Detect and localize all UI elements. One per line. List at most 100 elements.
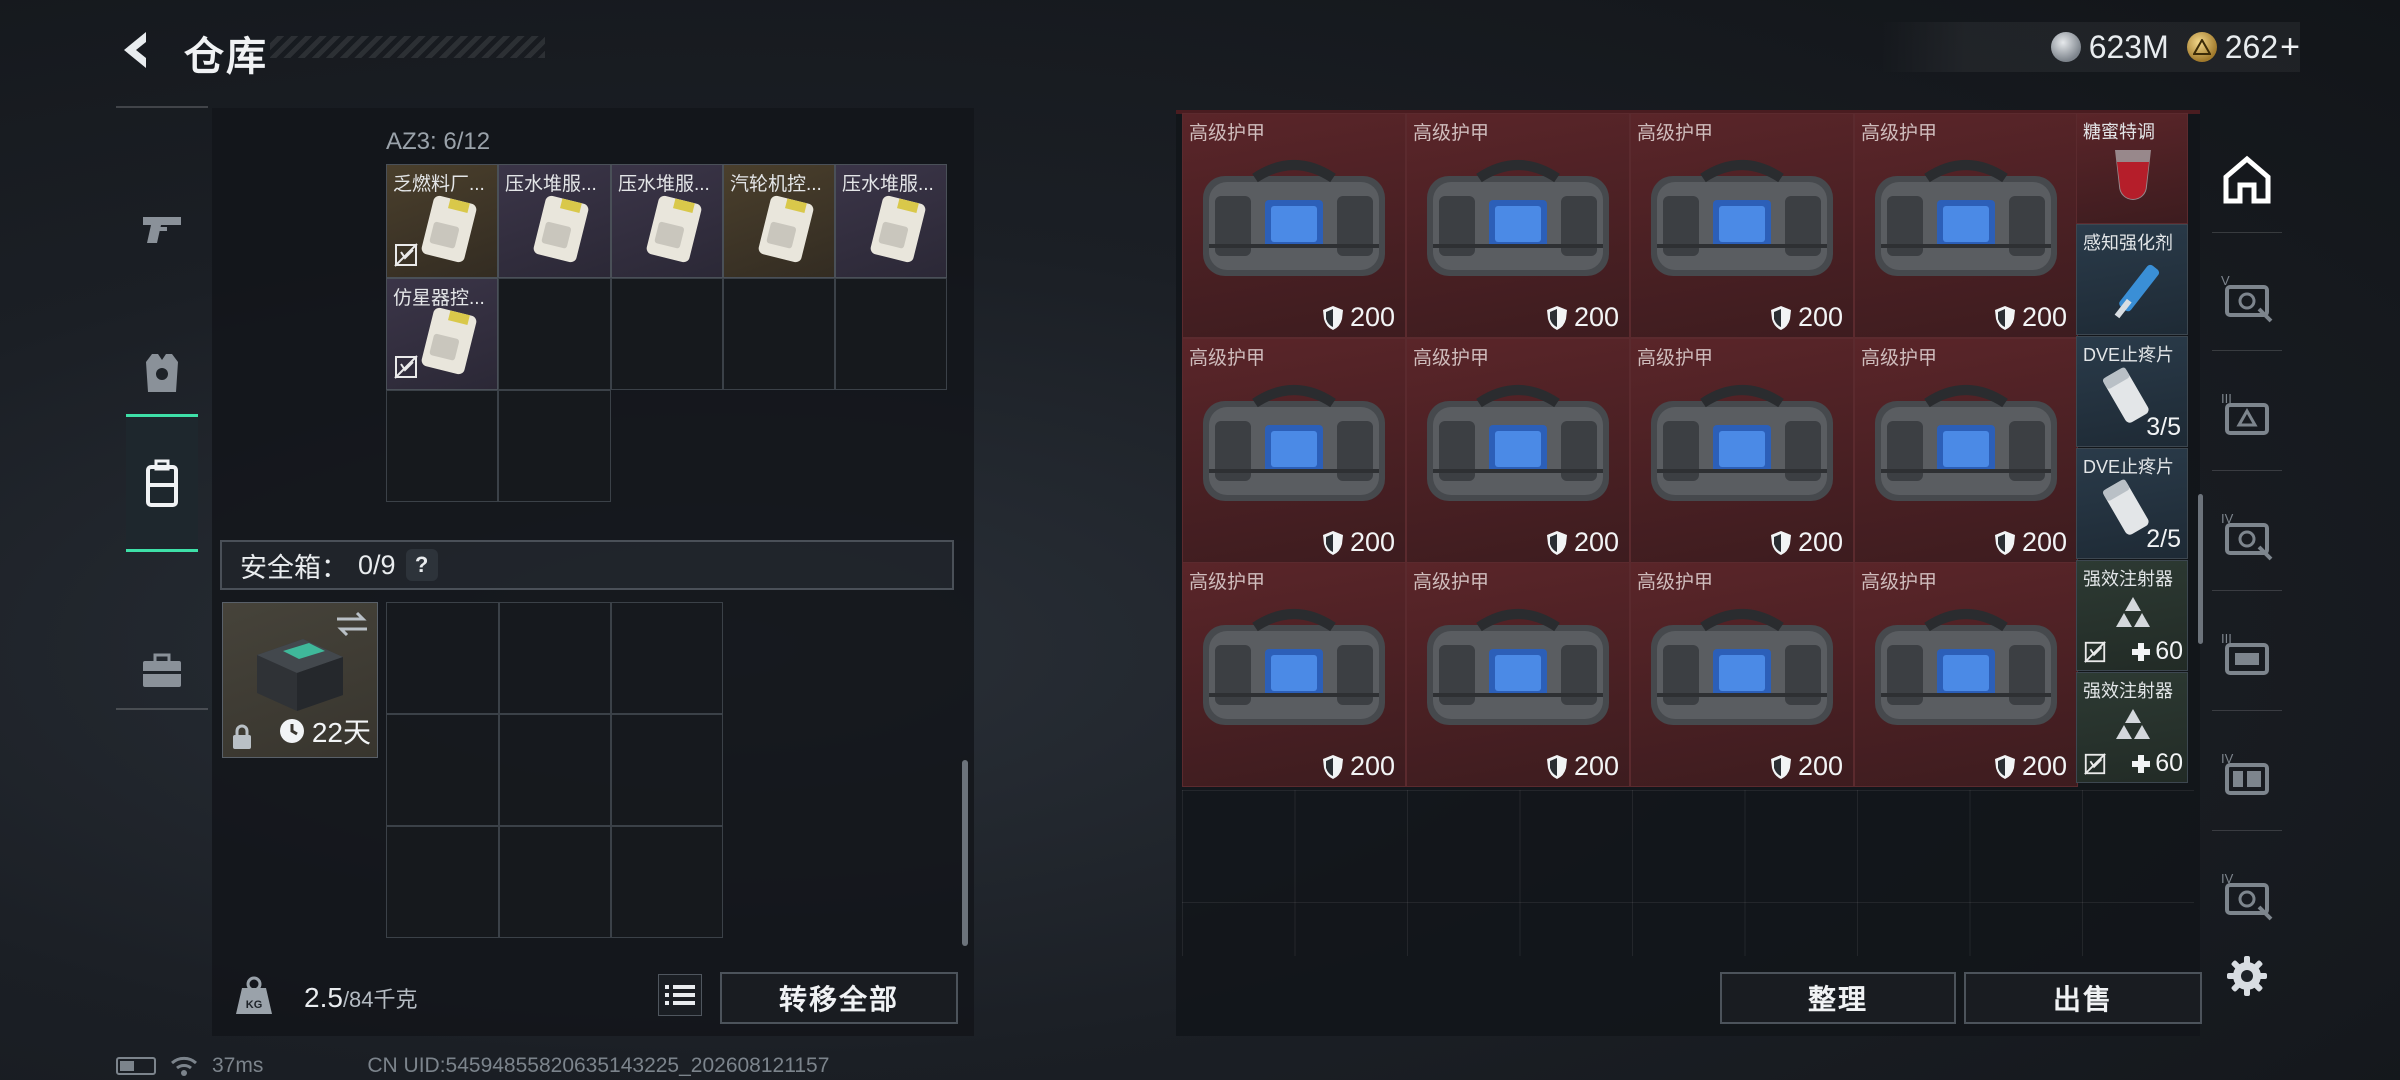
title-decoration — [270, 36, 545, 58]
armor-bag-icon — [1203, 609, 1385, 725]
currency-gold[interactable]: 262 + — [2186, 28, 2300, 67]
tab-case-4[interactable]: III — [2210, 606, 2284, 706]
chevron-left-icon — [124, 32, 146, 68]
empty-slot[interactable] — [723, 278, 835, 390]
item-slot[interactable]: 乏燃料厂... — [386, 164, 498, 278]
heal-value: 60 — [2155, 749, 2183, 777]
item-name: 仿星器控... — [393, 288, 485, 309]
durability: 200 — [1770, 527, 1843, 558]
armor-item-slot[interactable]: 高级护甲 200 — [1182, 562, 1406, 787]
tab-backpack[interactable] — [126, 414, 198, 552]
safe-box-slot[interactable] — [499, 602, 611, 714]
tier-iv-case-icon: IV — [2221, 511, 2273, 561]
shield-icon — [1770, 754, 1791, 779]
safe-box-slot[interactable] — [386, 826, 499, 938]
tab-case-2[interactable]: III — [2210, 366, 2284, 466]
item-name: 高级护甲 — [1413, 348, 1490, 369]
item-slot[interactable]: 感知强化剂 — [2076, 224, 2188, 335]
weight-readout: 2.5/84千克 — [304, 982, 418, 1014]
durability-value: 200 — [2021, 302, 2067, 332]
empty-slot[interactable] — [611, 278, 723, 390]
safe-box-slot[interactable] — [386, 714, 499, 826]
shield-icon — [1546, 305, 1567, 330]
durability: 200 — [1994, 751, 2067, 782]
safe-box-slot[interactable] — [499, 826, 611, 938]
armor-item-slot[interactable]: 高级护甲 200 — [1854, 338, 2078, 563]
armor-item-slot[interactable]: 高级护甲 200 — [1406, 338, 1630, 563]
tab-case-5[interactable]: IV — [2210, 726, 2284, 826]
heal-amount: 60 — [2131, 637, 2183, 666]
item-slot[interactable]: 强效注射器 60 — [2076, 560, 2188, 671]
pistol-icon — [143, 217, 181, 243]
stash-home-icon — [2223, 155, 2271, 204]
untradeable-icon — [393, 242, 419, 273]
ping-text: 37ms — [212, 1054, 264, 1077]
tab-case-3[interactable]: IV — [2210, 486, 2284, 586]
organize-button[interactable]: 整理 — [1720, 972, 1956, 1024]
heal-value: 60 — [2155, 637, 2183, 665]
armor-item-slot[interactable]: 高级护甲 200 — [1406, 113, 1630, 338]
cocktail-glass-icon — [2115, 150, 2151, 200]
safe-box-header: 安全箱： 0/9 ? — [220, 540, 954, 590]
armor-item-slot[interactable]: 高级护甲 200 — [1182, 338, 1406, 563]
duration-text: 22天 — [311, 717, 371, 748]
heal-amount: 60 — [2131, 749, 2183, 778]
durability: 200 — [1322, 527, 1395, 558]
item-name: 压水堆服... — [618, 174, 710, 195]
stash-empty-slots[interactable] — [1182, 790, 2194, 956]
container-capacity-label: AZ3: 6/12 — [386, 128, 491, 155]
back-button[interactable] — [112, 22, 160, 78]
item-name: 乏燃料厂... — [393, 174, 485, 195]
item-slot[interactable]: 压水堆服... — [498, 164, 611, 278]
empty-slot[interactable] — [498, 278, 611, 390]
armor-item-slot[interactable]: 高级护甲 200 — [1182, 113, 1406, 338]
empty-slot[interactable] — [386, 390, 498, 502]
durability: 200 — [1322, 302, 1395, 333]
item-slot[interactable]: 压水堆服... — [835, 164, 947, 278]
safe-box-slot[interactable] — [386, 602, 499, 714]
armor-bag-icon — [1651, 160, 1833, 276]
item-slot[interactable]: 压水堆服... — [611, 164, 723, 278]
tab-weapons[interactable] — [126, 160, 198, 298]
sell-button[interactable]: 出售 — [1964, 972, 2202, 1024]
item-slot[interactable]: 汽轮机控... — [723, 164, 835, 278]
tab-stash-home[interactable] — [2210, 130, 2284, 230]
item-name: 高级护甲 — [1861, 123, 1938, 144]
tab-case-1[interactable]: V — [2210, 248, 2284, 348]
safe-box-slot[interactable] — [611, 826, 723, 938]
swap-icon[interactable] — [335, 611, 369, 637]
durability: 200 — [1770, 302, 1843, 333]
empty-slot[interactable] — [835, 278, 947, 390]
help-button[interactable]: ? — [405, 549, 438, 581]
item-slot[interactable]: DVE止疼片 3/5 — [2076, 336, 2188, 447]
armor-item-slot[interactable]: 高级护甲 200 — [1630, 113, 1854, 338]
armor-item-slot[interactable]: 高级护甲 200 — [1854, 113, 2078, 338]
item-name: 高级护甲 — [1189, 123, 1266, 144]
durability: 200 — [1546, 751, 1619, 782]
safe-box-slot[interactable] — [611, 714, 723, 826]
armor-item-slot[interactable]: 高级护甲 200 — [1630, 338, 1854, 563]
currency-silver[interactable]: 623M — [2050, 29, 2169, 66]
backpack-scrollbar[interactable] — [962, 760, 968, 946]
tier-iv-case-icon: IV — [2221, 751, 2269, 795]
settings-button[interactable] — [2210, 926, 2284, 1026]
item-slot[interactable]: 仿星器控... — [386, 278, 498, 390]
safe-box-slot[interactable] — [499, 714, 611, 826]
stash-scrollbar[interactable] — [2198, 494, 2203, 644]
item-slot[interactable]: DVE止疼片 2/5 — [2076, 448, 2188, 559]
armor-item-slot[interactable]: 高级护甲 200 — [1854, 562, 2078, 787]
transfer-all-button[interactable]: 转移全部 — [720, 972, 958, 1024]
item-name: 高级护甲 — [1413, 123, 1490, 144]
battery-icon — [116, 1057, 156, 1075]
untradeable-icon — [2084, 641, 2106, 663]
empty-slot[interactable] — [498, 390, 611, 502]
item-slot[interactable]: 糖蜜特调 — [2076, 113, 2188, 224]
tab-cases[interactable] — [126, 602, 198, 740]
armor-item-slot[interactable]: 高级护甲 200 — [1630, 562, 1854, 787]
add-currency-button[interactable]: + — [2280, 28, 2300, 67]
safe-box-slot[interactable] — [611, 602, 723, 714]
armor-item-slot[interactable]: 高级护甲 200 — [1406, 562, 1630, 787]
secure-case-item[interactable]: 22天 — [222, 602, 378, 758]
list-view-button[interactable] — [658, 974, 702, 1016]
item-slot[interactable]: 强效注射器 60 — [2076, 672, 2188, 783]
